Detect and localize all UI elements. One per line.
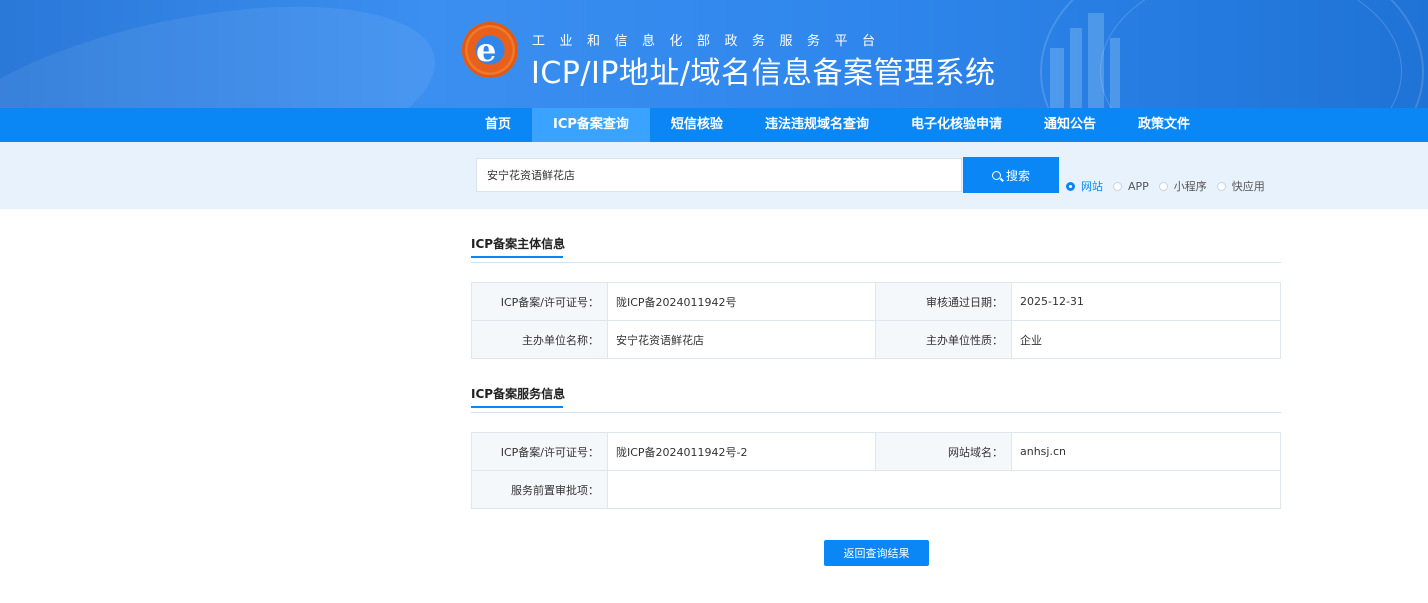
logo-e-icon: e	[476, 31, 497, 69]
section-title-underline	[471, 256, 563, 258]
main-nav: 首页 ICP备案查询 短信核验 违法违规域名查询 电子化核验申请 通知公告 政策…	[0, 108, 1428, 142]
section-title-subject: ICP备案主体信息	[471, 235, 566, 258]
nav-item-notices[interactable]: 通知公告	[1023, 108, 1117, 142]
system-title: ICP/IP地址/域名信息备案管理系统	[531, 56, 996, 91]
search-button[interactable]: 搜索	[963, 157, 1059, 193]
section-title-text: ICP备案服务信息	[471, 387, 566, 401]
radio-website[interactable]: 网站	[1066, 178, 1103, 194]
service-info-table: ICP备案/许可证号： 陇ICP备2024011942号-2 网站域名： anh…	[471, 432, 1281, 509]
field-label: ICP备案/许可证号：	[471, 432, 608, 471]
search-input[interactable]	[476, 158, 962, 192]
radio-app[interactable]: APP	[1113, 180, 1149, 193]
table-row: ICP备案/许可证号： 陇ICP备2024011942号 审核通过日期： 202…	[471, 282, 1281, 321]
banner-decoration	[0, 0, 454, 108]
banner-decoration	[1100, 0, 1402, 108]
field-label: ICP备案/许可证号：	[471, 282, 608, 321]
miit-logo: e	[462, 22, 522, 82]
field-value: 企业	[1011, 320, 1281, 359]
field-value: 2025-12-31	[1011, 282, 1281, 321]
section-divider	[471, 412, 1281, 413]
field-value: anhsj.cn	[1011, 432, 1281, 471]
radio-label: APP	[1128, 179, 1149, 193]
nav-item-illegal-domain-query[interactable]: 违法违规域名查询	[744, 108, 890, 142]
nav-item-sms-verify[interactable]: 短信核验	[650, 108, 744, 142]
back-to-results-button[interactable]: 返回查询结果	[824, 540, 929, 566]
field-label: 主办单位性质：	[875, 320, 1012, 359]
radio-label: 网站	[1081, 180, 1103, 193]
platform-subtitle: 工业和信息化部政务服务平台	[532, 34, 890, 49]
subject-info-table: ICP备案/许可证号： 陇ICP备2024011942号 审核通过日期： 202…	[471, 282, 1281, 359]
search-icon	[991, 170, 1001, 180]
nav-item-home[interactable]: 首页	[464, 108, 532, 142]
search-area: 搜索 网站 APP 小程序 快应用	[0, 142, 1428, 209]
nav-item-e-verify-apply[interactable]: 电子化核验申请	[890, 108, 1023, 142]
section-title-service: ICP备案服务信息	[471, 385, 566, 408]
radio-dot-icon	[1113, 181, 1122, 191]
field-label: 审核通过日期：	[875, 282, 1012, 321]
section-title-text: ICP备案主体信息	[471, 237, 566, 251]
radio-label: 快应用	[1231, 180, 1265, 193]
banner-building	[1088, 13, 1104, 108]
field-label: 网站域名：	[875, 432, 1012, 471]
field-label: 服务前置审批项：	[471, 470, 608, 509]
banner-building	[1110, 38, 1120, 108]
radio-dot-icon	[1216, 181, 1226, 191]
radio-dot-icon	[1066, 181, 1075, 191]
radio-quick-app[interactable]: 快应用	[1216, 178, 1265, 194]
table-row: 服务前置审批项：	[471, 470, 1281, 509]
banner-building	[1050, 48, 1064, 108]
field-value	[607, 470, 1281, 509]
radio-mini-program[interactable]: 小程序	[1158, 178, 1207, 194]
table-row: 主办单位名称： 安宁花资语鲜花店 主办单位性质： 企业	[471, 320, 1281, 359]
radio-dot-icon	[1158, 181, 1168, 191]
field-label: 主办单位名称：	[471, 320, 608, 359]
search-type-group: 网站 APP 小程序 快应用	[1066, 178, 1275, 194]
field-value: 陇ICP备2024011942号-2	[607, 432, 876, 471]
radio-label: 小程序	[1173, 180, 1207, 193]
search-button-label: 搜索	[1005, 168, 1030, 183]
nav-item-policy-docs[interactable]: 政策文件	[1117, 108, 1211, 142]
nav-item-icp-query[interactable]: ICP备案查询	[532, 108, 650, 142]
banner-building	[1070, 28, 1082, 108]
section-title-underline	[471, 406, 563, 408]
table-row: ICP备案/许可证号： 陇ICP备2024011942号-2 网站域名： anh…	[471, 432, 1281, 471]
section-divider	[471, 262, 1281, 263]
field-value: 陇ICP备2024011942号	[607, 282, 876, 321]
header-banner: e 工业和信息化部政务服务平台 ICP/IP地址/域名信息备案管理系统	[0, 0, 1428, 108]
field-value: 安宁花资语鲜花店	[607, 320, 876, 359]
